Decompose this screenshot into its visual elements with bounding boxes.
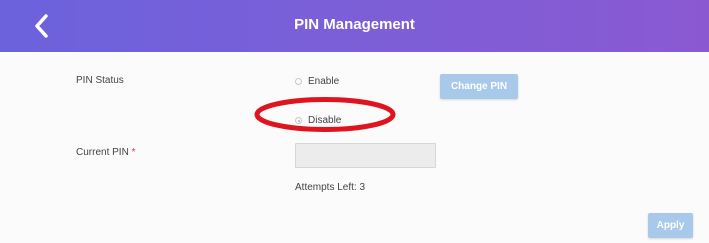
current-pin-input[interactable] — [295, 143, 436, 168]
apply-button[interactable]: Apply — [648, 213, 693, 238]
page-title: PIN Management — [294, 16, 415, 33]
current-pin-label-text: Current PIN — [76, 147, 129, 158]
attempts-left-text: Attempts Left: 3 — [295, 182, 366, 193]
enable-radio-label: Enable — [308, 76, 340, 87]
pin-management-form: PIN Status Enable Change PIN Disable Cur… — [0, 52, 709, 243]
page-header: PIN Management — [0, 0, 709, 52]
disable-radio-label: Disable — [308, 115, 342, 126]
enable-radio[interactable] — [295, 78, 302, 85]
disable-radio[interactable] — [295, 117, 302, 124]
change-pin-button[interactable]: Change PIN — [440, 74, 518, 99]
enable-radio-option[interactable]: Enable — [295, 76, 339, 87]
current-pin-label: Current PIN * — [76, 147, 135, 158]
required-marker: * — [131, 147, 136, 158]
disable-radio-option[interactable]: Disable — [295, 115, 341, 126]
pin-status-label: PIN Status — [76, 75, 124, 86]
